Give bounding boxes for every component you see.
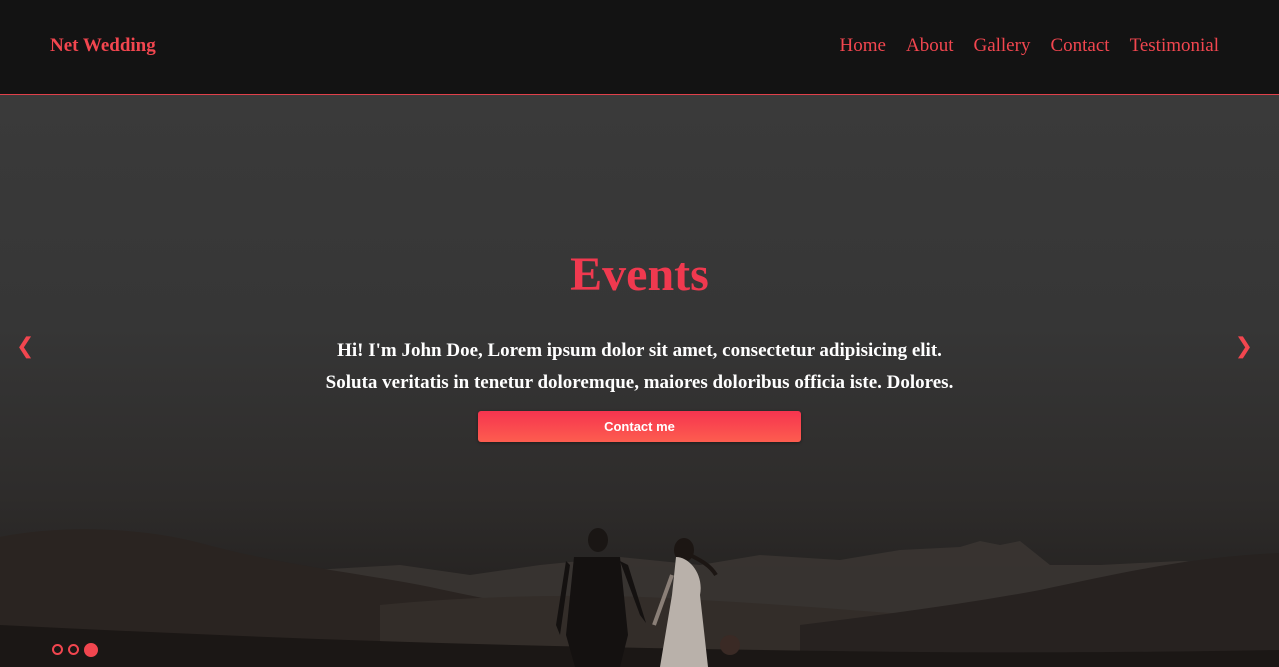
nav-item-testimonial[interactable]: Testimonial (1130, 35, 1219, 57)
nav-item-home[interactable]: Home (840, 35, 886, 57)
hero-description-line1: Hi! I'm John Doe, Lorem ipsum dolor sit … (337, 340, 942, 361)
brand-logo[interactable]: Net Wedding (50, 35, 156, 57)
slider-dot-2[interactable] (68, 644, 79, 655)
slider-dots (52, 643, 98, 657)
slider-dot-1[interactable] (52, 644, 63, 655)
next-slide-arrow-icon[interactable]: ❯ (1235, 335, 1253, 359)
prev-slide-arrow-icon[interactable]: ❮ (16, 335, 34, 359)
hero-description-line2: Soluta veritatis in tenetur doloremque, … (325, 372, 954, 393)
nav-item-gallery[interactable]: Gallery (973, 35, 1030, 57)
hero-content: Events Hi! I'm John Doe, Lorem ipsum dol… (0, 245, 1279, 442)
contact-me-button[interactable]: Contact me (478, 411, 801, 442)
nav-item-about[interactable]: About (906, 35, 954, 57)
nav-item-contact[interactable]: Contact (1050, 35, 1109, 57)
hero-title: Events (570, 248, 709, 301)
site-header: Net Wedding Home About Gallery Contact T… (0, 0, 1279, 95)
hero-slider: Events Hi! I'm John Doe, Lorem ipsum dol… (0, 95, 1279, 667)
main-nav: Home About Gallery Contact Testimonial (840, 35, 1219, 57)
slider-dot-3[interactable] (84, 643, 98, 657)
hero-description: Hi! I'm John Doe, Lorem ipsum dolor sit … (310, 335, 970, 399)
